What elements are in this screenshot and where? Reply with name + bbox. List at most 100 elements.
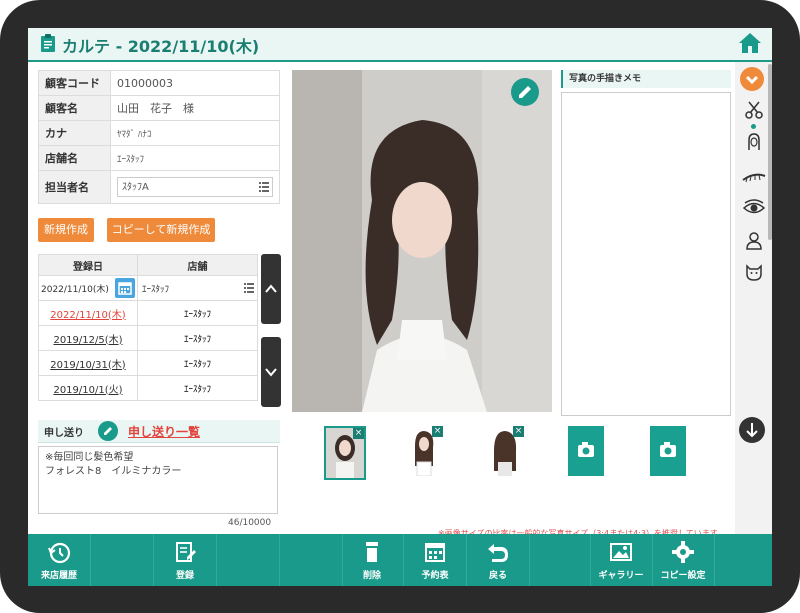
clipboard-edit-icon bbox=[176, 542, 196, 562]
photo-thumbnail[interactable]: × bbox=[405, 426, 443, 476]
history-date[interactable]: 2019/10/31(木) bbox=[38, 350, 138, 376]
table-row[interactable]: 2022/11/10(木) ｴｰｽﾀｯﾌ bbox=[38, 300, 258, 326]
copy-new-button[interactable]: コピーして新規作成 bbox=[107, 218, 215, 242]
history-date[interactable]: 2019/10/1(火) bbox=[38, 375, 138, 401]
back-button[interactable]: 戻る bbox=[467, 534, 530, 586]
customer-row: 顧客名 山田 花子 様 bbox=[38, 95, 280, 121]
delete-button[interactable]: 削除 bbox=[341, 534, 404, 586]
history-shop: ｴｰｽﾀｯﾌ bbox=[137, 300, 258, 326]
header-bar: カルテ - 2022/11/10(木) bbox=[28, 28, 772, 62]
customer-row: 顧客コード 01000003 bbox=[38, 70, 280, 96]
calendar-icon[interactable] bbox=[115, 278, 135, 298]
customer-code-value: 01000003 bbox=[110, 70, 280, 96]
camera-icon bbox=[578, 442, 594, 457]
history-date[interactable]: 2019/12/5(木) bbox=[38, 325, 138, 351]
history-table: 登録日 店舗 2022/11/10(木) ｴｰｽﾀｯﾌ 2022/11/10(木… bbox=[38, 254, 258, 401]
photo-thumbnail[interactable]: × bbox=[486, 426, 524, 476]
pet-icon[interactable] bbox=[744, 262, 764, 282]
customer-row: 担当者名 ｽﾀｯﾌA bbox=[38, 170, 280, 204]
staff-label: 担当者名 bbox=[38, 170, 111, 204]
footer-spacer bbox=[714, 534, 772, 586]
sidebar-scrollbar[interactable] bbox=[768, 64, 772, 240]
chevron-down-circle-icon[interactable] bbox=[739, 66, 765, 92]
hair-icon[interactable] bbox=[744, 132, 764, 152]
booking-label: 予約表 bbox=[421, 571, 449, 581]
gear-icon bbox=[672, 541, 694, 563]
register-label: 登録 bbox=[175, 571, 194, 581]
image-icon bbox=[610, 543, 632, 561]
date-filter[interactable]: 2022/11/10(木) bbox=[38, 275, 138, 301]
send-notes-list-link[interactable]: 申し送り一覧 bbox=[128, 423, 200, 440]
history-header-date: 登録日 bbox=[38, 254, 138, 276]
history-shop: ｴｰｽﾀｯﾌ bbox=[137, 375, 258, 401]
staff-select[interactable]: ｽﾀｯﾌA bbox=[117, 177, 273, 197]
visit-history-button[interactable]: 来店履歴 bbox=[28, 534, 91, 586]
person-icon[interactable] bbox=[744, 230, 764, 250]
return-arrow-icon bbox=[488, 544, 508, 562]
customer-code-label: 顧客コード bbox=[38, 70, 111, 96]
scroll-up-button[interactable] bbox=[261, 254, 281, 324]
customer-row: 店舗名 ｴｰｽﾀｯﾌ bbox=[38, 145, 280, 171]
booking-button[interactable]: 予約表 bbox=[404, 534, 467, 586]
char-counter: 46/10000 bbox=[228, 518, 272, 528]
new-record-button[interactable]: 新規作成 bbox=[38, 218, 94, 242]
active-dot bbox=[751, 124, 756, 129]
edit-photo-button[interactable] bbox=[511, 78, 539, 106]
chevron-down-icon bbox=[265, 368, 277, 377]
gallery-button[interactable]: ギャラリー bbox=[590, 534, 653, 586]
send-notes-textarea[interactable]: ※毎回同じ髪色希望 フォレスト8 イルミナカラー bbox=[38, 446, 278, 514]
list-icon[interactable] bbox=[244, 282, 254, 293]
scroll-bottom-button[interactable] bbox=[739, 417, 765, 443]
memo-canvas[interactable] bbox=[561, 92, 731, 416]
register-button[interactable]: 登録 bbox=[154, 534, 217, 586]
history-clock-icon bbox=[48, 542, 71, 564]
customer-name-label: 顧客名 bbox=[38, 95, 111, 121]
history-header-shop: 店舗 bbox=[137, 254, 258, 276]
list-icon[interactable] bbox=[259, 181, 269, 192]
eye-icon[interactable] bbox=[742, 198, 766, 218]
visit-history-label: 来店履歴 bbox=[40, 571, 77, 581]
history-shop: ｴｰｽﾀｯﾌ bbox=[137, 350, 258, 376]
table-row[interactable]: 2019/10/1(火) ｴｰｽﾀｯﾌ bbox=[38, 375, 258, 401]
send-notes-header: 申し送り 申し送り一覧 bbox=[38, 420, 280, 443]
remove-photo-icon[interactable]: × bbox=[513, 426, 524, 437]
chevron-up-icon bbox=[265, 284, 277, 293]
remove-photo-icon[interactable]: × bbox=[432, 426, 443, 437]
shop-filter[interactable]: ｴｰｽﾀｯﾌ bbox=[137, 275, 258, 301]
pencil-icon[interactable] bbox=[98, 421, 118, 441]
page-title: カルテ - 2022/11/10(木) bbox=[62, 37, 260, 56]
shop-name-value: ｴｰｽﾀｯﾌ bbox=[110, 145, 280, 171]
footer-spacer bbox=[91, 534, 154, 586]
table-row[interactable]: 2019/10/31(木) ｴｰｽﾀｯﾌ bbox=[38, 350, 258, 376]
main-photo[interactable] bbox=[292, 70, 552, 412]
camera-icon bbox=[660, 442, 676, 457]
scroll-down-button[interactable] bbox=[261, 337, 281, 407]
send-notes-line: フォレスト8 イルミナカラー bbox=[45, 466, 182, 477]
calendar-grid-icon bbox=[425, 543, 445, 562]
customer-kana-label: カナ bbox=[38, 120, 111, 146]
scissors-icon[interactable] bbox=[744, 100, 764, 120]
shop-name-label: 店舗名 bbox=[38, 145, 111, 171]
customer-kana-value: ﾔﾏﾀﾞ ﾊﾅｺ bbox=[110, 120, 280, 146]
customer-row: カナ ﾔﾏﾀﾞ ﾊﾅｺ bbox=[38, 120, 280, 146]
remove-photo-icon[interactable]: × bbox=[353, 428, 364, 439]
eyelash-icon[interactable] bbox=[742, 166, 766, 186]
add-photo-button[interactable] bbox=[568, 426, 604, 476]
copy-settings-label: コピー設定 bbox=[660, 571, 706, 581]
staff-value: ｽﾀｯﾌA bbox=[122, 182, 149, 193]
copy-settings-button[interactable]: コピー設定 bbox=[652, 534, 715, 586]
customer-name-value: 山田 花子 様 bbox=[110, 95, 280, 121]
footer-spacer bbox=[217, 534, 280, 586]
home-icon[interactable] bbox=[738, 32, 762, 54]
history-date[interactable]: 2022/11/10(木) bbox=[38, 300, 138, 326]
back-label: 戻る bbox=[488, 571, 507, 581]
send-notes-line: ※毎回同じ髪色希望 bbox=[45, 452, 134, 463]
history-shop: ｴｰｽﾀｯﾌ bbox=[137, 325, 258, 351]
delete-label: 削除 bbox=[362, 571, 381, 581]
add-photo-button[interactable] bbox=[650, 426, 686, 476]
photo-thumbnail[interactable]: × bbox=[324, 426, 366, 480]
arrow-down-icon bbox=[746, 423, 758, 438]
table-row[interactable]: 2019/12/5(木) ｴｰｽﾀｯﾌ bbox=[38, 325, 258, 351]
memo-title: 写真の手描きメモ bbox=[561, 70, 731, 88]
footer-spacer bbox=[280, 534, 343, 586]
